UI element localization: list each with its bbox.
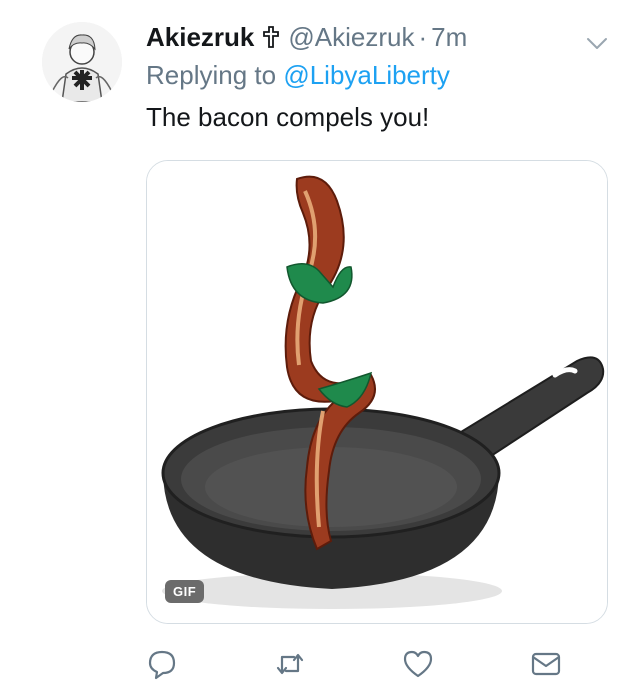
media-gif[interactable]: GIF — [146, 160, 608, 624]
chevron-down-icon[interactable] — [585, 28, 609, 59]
reply-context: Replying to @LibyaLiberty — [146, 60, 450, 91]
separator-dot: · — [418, 21, 428, 52]
gif-badge: GIF — [165, 580, 205, 603]
tweet-actions — [146, 648, 606, 680]
avatar[interactable] — [42, 22, 122, 102]
gif-image — [147, 161, 607, 623]
reply-handle-link[interactable]: @LibyaLiberty — [283, 60, 450, 90]
reply-icon[interactable] — [146, 648, 178, 680]
retweet-icon[interactable] — [274, 648, 306, 680]
user-handle[interactable]: @Akiezruk — [288, 22, 414, 53]
display-name[interactable]: Akiezruk — [146, 22, 254, 53]
timestamp[interactable]: 7m — [431, 22, 467, 53]
like-icon[interactable] — [402, 648, 434, 680]
dm-icon[interactable] — [530, 648, 562, 680]
cross-icon — [262, 25, 280, 49]
tweet-text: The bacon compels you! — [146, 102, 430, 132]
avatar-image — [42, 22, 122, 102]
tweet-header: Akiezruk @Akiezruk · 7m — [146, 20, 619, 54]
reply-prefix: Replying to — [146, 60, 284, 90]
